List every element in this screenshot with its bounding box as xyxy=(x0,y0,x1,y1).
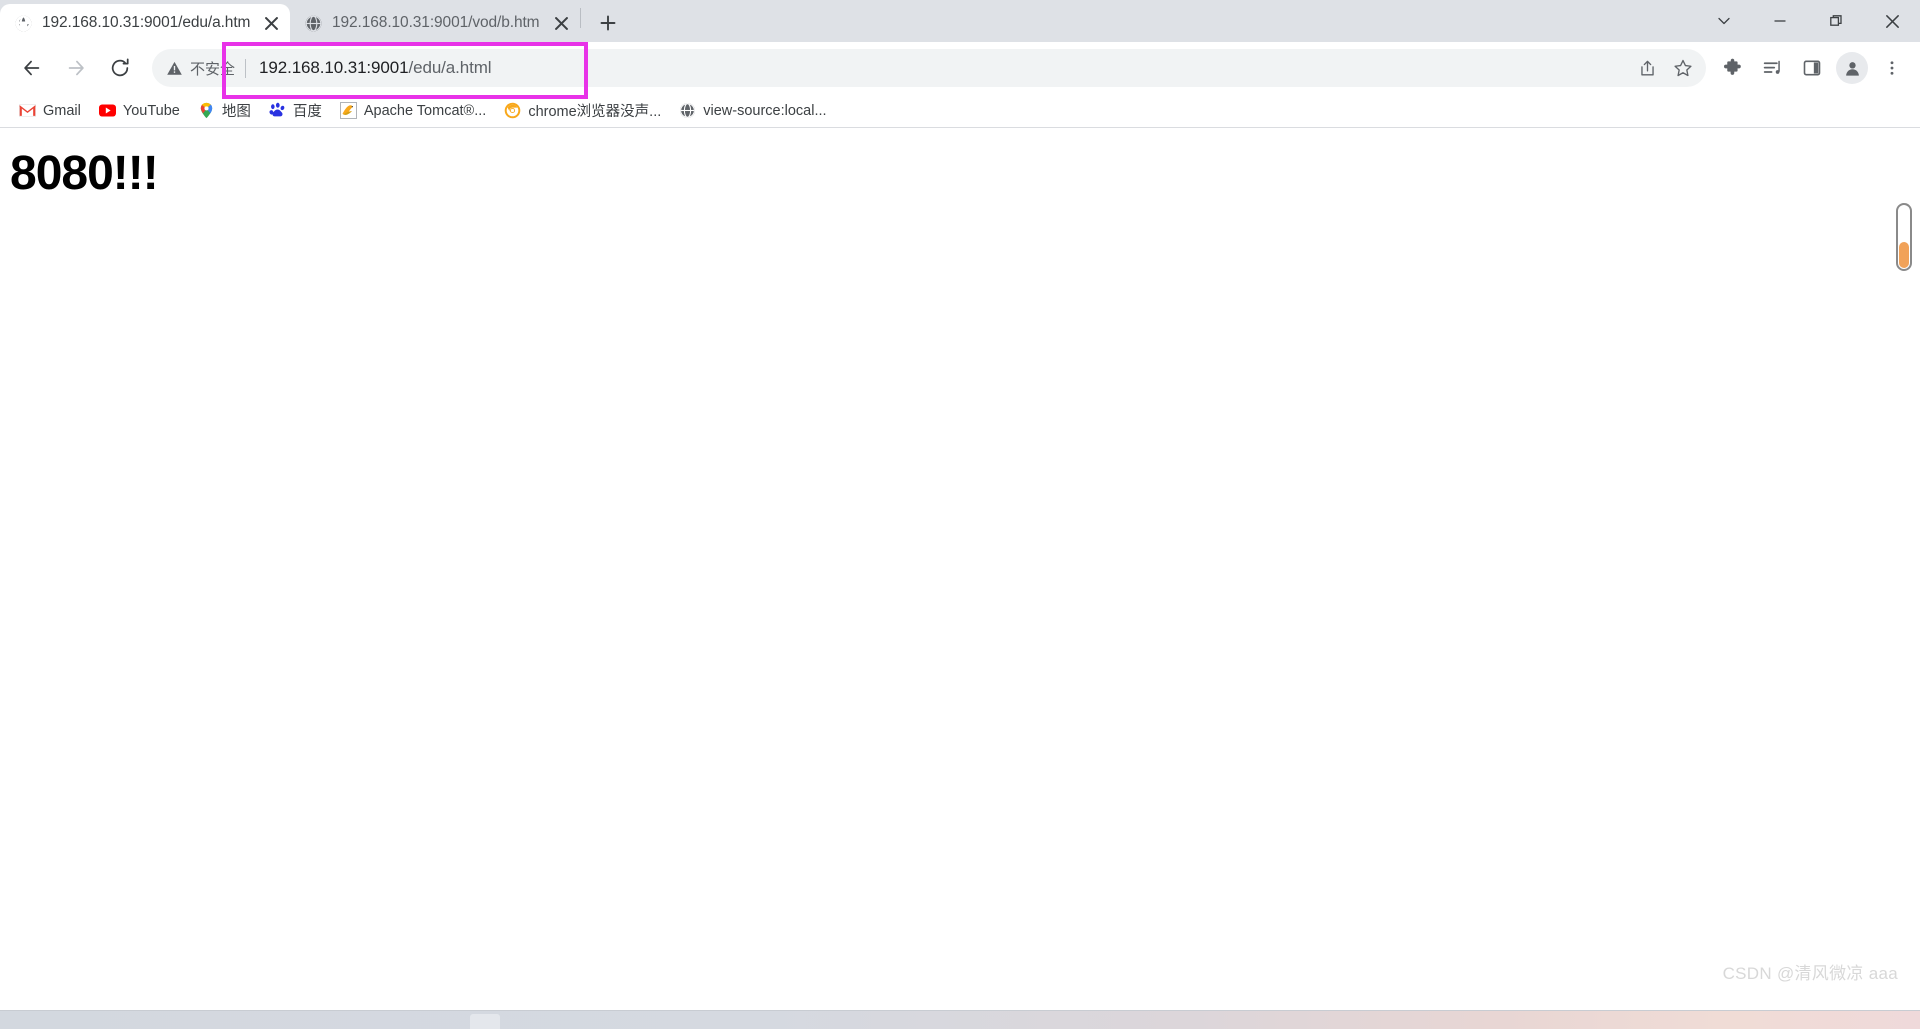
vertical-scrollbar[interactable] xyxy=(1896,203,1912,271)
bookmark-maps[interactable]: 地图 xyxy=(189,96,260,125)
security-label: 不安全 xyxy=(190,60,236,78)
taskbar-window-item[interactable] xyxy=(470,1014,500,1029)
reload-button[interactable] xyxy=(98,46,142,90)
tab-title: 192.168.10.31:9001/edu/a.htm xyxy=(42,14,251,31)
tab-close-button[interactable] xyxy=(550,12,572,34)
baidu-icon xyxy=(269,102,286,119)
page-heading: 8080!!! xyxy=(10,147,159,200)
bookmark-label: YouTube xyxy=(122,102,180,119)
os-taskbar xyxy=(0,1010,1920,1029)
bookmark-label: 百度 xyxy=(292,104,322,120)
bookmark-youtube[interactable]: YouTube xyxy=(90,98,189,123)
bookmark-label: Apache Tomcat®... xyxy=(363,102,487,119)
tab-search-button[interactable] xyxy=(1696,0,1752,42)
omnibox-divider xyxy=(245,58,247,78)
browser-window: 192.168.10.31:9001/edu/a.htm 192.168.10.… xyxy=(0,0,1920,1029)
globe-icon xyxy=(14,14,33,33)
chrome-alt-icon xyxy=(504,102,521,119)
url-text: 192.168.10.31:9001/edu/a.html xyxy=(259,58,491,78)
bookmarks-bar: Gmail YouTube 地图 百度 Apache Tomcat®... ch… xyxy=(0,94,1920,128)
tab-title: 192.168.10.31:9001/vod/b.htm xyxy=(332,14,540,31)
bookmark-label: 地图 xyxy=(221,104,251,120)
bookmark-label: chrome浏览器没声... xyxy=(528,104,662,120)
omnibox-actions xyxy=(1630,51,1700,85)
browser-tab-2[interactable]: 192.168.10.31:9001/vod/b.htm xyxy=(290,4,580,42)
side-panel-icon[interactable] xyxy=(1792,48,1832,88)
bookmark-tomcat[interactable]: Apache Tomcat®... xyxy=(331,98,495,123)
warning-triangle-icon xyxy=(166,60,183,77)
bookmark-view-source[interactable]: view-source:local... xyxy=(670,98,835,123)
watermark-text: CSDN @清风微凉 aaa xyxy=(1722,964,1898,983)
maximize-button[interactable] xyxy=(1808,0,1864,42)
scrollbar-thumb[interactable] xyxy=(1899,241,1909,268)
address-bar[interactable]: 不安全 192.168.10.31:9001/edu/a.html xyxy=(152,49,1706,87)
three-dot-menu-icon[interactable] xyxy=(1872,48,1912,88)
avatar[interactable] xyxy=(1836,52,1868,84)
globe-icon xyxy=(304,14,323,33)
extensions-icon[interactable] xyxy=(1712,48,1752,88)
tomcat-icon xyxy=(339,102,357,119)
bookmark-label: Gmail xyxy=(43,102,81,119)
gmail-icon xyxy=(19,102,36,119)
url-path: /edu/a.html xyxy=(408,58,492,77)
browser-tab-1[interactable]: 192.168.10.31:9001/edu/a.htm xyxy=(0,4,290,42)
window-controls xyxy=(1696,0,1920,42)
url-host: 192.168.10.31:9001 xyxy=(259,58,409,77)
tab-close-button[interactable] xyxy=(260,12,282,34)
close-button[interactable] xyxy=(1864,0,1920,42)
minimize-button[interactable] xyxy=(1752,0,1808,42)
tab-strip: 192.168.10.31:9001/edu/a.htm 192.168.10.… xyxy=(0,0,1920,42)
media-control-icon[interactable] xyxy=(1752,48,1792,88)
page-content: 8080!!! CSDN @清风微凉 aaa xyxy=(0,128,1920,1010)
new-tab-button[interactable] xyxy=(591,6,625,40)
bookmark-gmail[interactable]: Gmail xyxy=(10,98,90,123)
youtube-icon xyxy=(98,102,116,119)
browser-toolbar: 不安全 192.168.10.31:9001/edu/a.html xyxy=(0,42,1920,94)
google-maps-icon xyxy=(198,102,215,119)
globe-icon xyxy=(679,102,696,119)
bookmark-baidu[interactable]: 百度 xyxy=(260,96,331,125)
bookmark-label: view-source:local... xyxy=(703,102,827,119)
bookmark-chrome-no-sound[interactable]: chrome浏览器没声... xyxy=(495,96,670,125)
back-button[interactable] xyxy=(10,46,54,90)
forward-button xyxy=(54,46,98,90)
tab-separator xyxy=(580,8,581,28)
share-icon[interactable] xyxy=(1630,51,1664,85)
bookmark-star-icon[interactable] xyxy=(1666,51,1700,85)
site-security-badge[interactable]: 不安全 xyxy=(166,58,245,79)
